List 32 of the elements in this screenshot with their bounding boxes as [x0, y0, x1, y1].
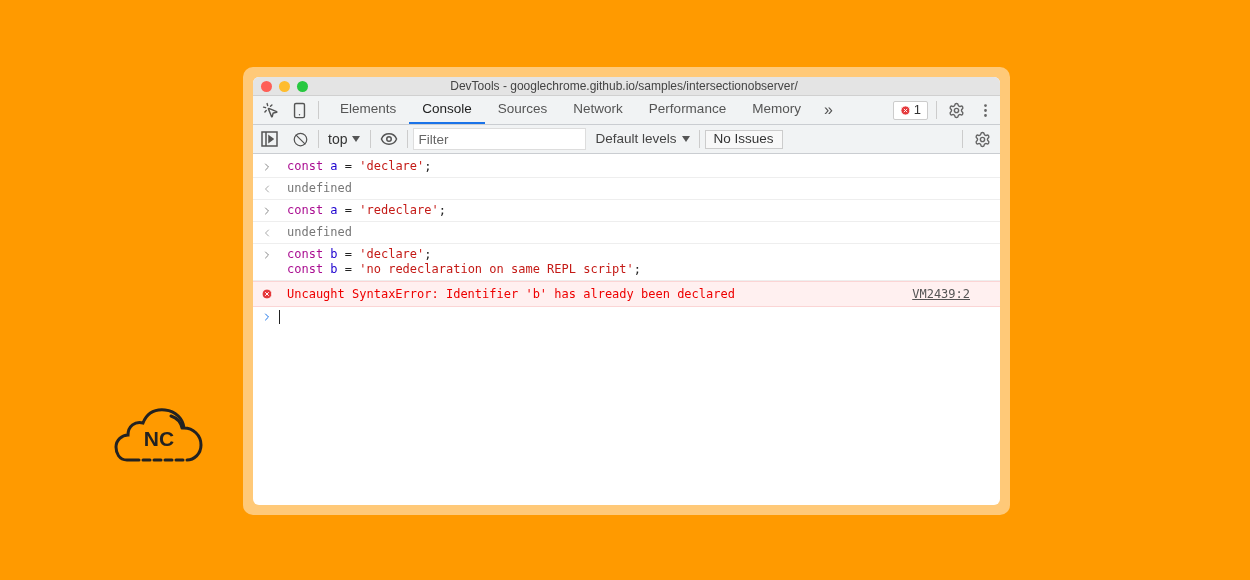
device-toolbar-icon[interactable]: [291, 101, 308, 119]
code-line: const b = 'declare';: [287, 247, 433, 262]
code-line: const b = 'no redeclaration on same REPL script';: [287, 262, 642, 277]
clear-console-icon[interactable]: [293, 131, 308, 147]
error-count-badge[interactable]: 1: [892, 100, 928, 120]
sidebar-toggle-icon[interactable]: [261, 131, 278, 147]
more-tabs-button[interactable]: »: [813, 96, 843, 124]
context-dropdown[interactable]: top: [328, 128, 361, 150]
dropdown-triangle-icon: [352, 136, 361, 142]
error-text: Uncaught SyntaxError: Identifier 'b' has already been declared: [287, 286, 736, 302]
source-link[interactable]: VM2439:2: [912, 285, 970, 303]
settings-icon[interactable]: [948, 101, 965, 119]
result-text: undefined: [287, 181, 353, 196]
filter-field[interactable]: Filter: [413, 128, 587, 150]
code-line: const a = 'redeclare';: [287, 203, 446, 218]
error-icon: [899, 104, 911, 116]
panel-tab[interactable]: Performance: [635, 96, 740, 124]
inspect-element-icon[interactable]: [262, 101, 279, 119]
dropdown-triangle-icon: [681, 136, 690, 142]
logo: NC: [113, 406, 205, 466]
panel-tab[interactable]: Network: [560, 96, 636, 124]
window-title: DevTools - googlechrome.github.io/samples/intersectionobserver/: [449, 78, 799, 95]
panel-tab[interactable]: Memory: [739, 96, 814, 124]
panel-tab[interactable]: Sources: [484, 96, 561, 124]
code-line: const a = 'declare';: [287, 159, 432, 174]
panel-tab[interactable]: Elements: [327, 96, 410, 124]
result-text: undefined: [287, 225, 353, 240]
issues-button[interactable]: No Issues: [704, 129, 783, 149]
console-settings-icon[interactable]: [974, 130, 991, 148]
error-icon: [261, 288, 273, 300]
live-expression-icon[interactable]: [380, 130, 399, 148]
log-levels-dropdown[interactable]: Default levels: [595, 128, 690, 150]
